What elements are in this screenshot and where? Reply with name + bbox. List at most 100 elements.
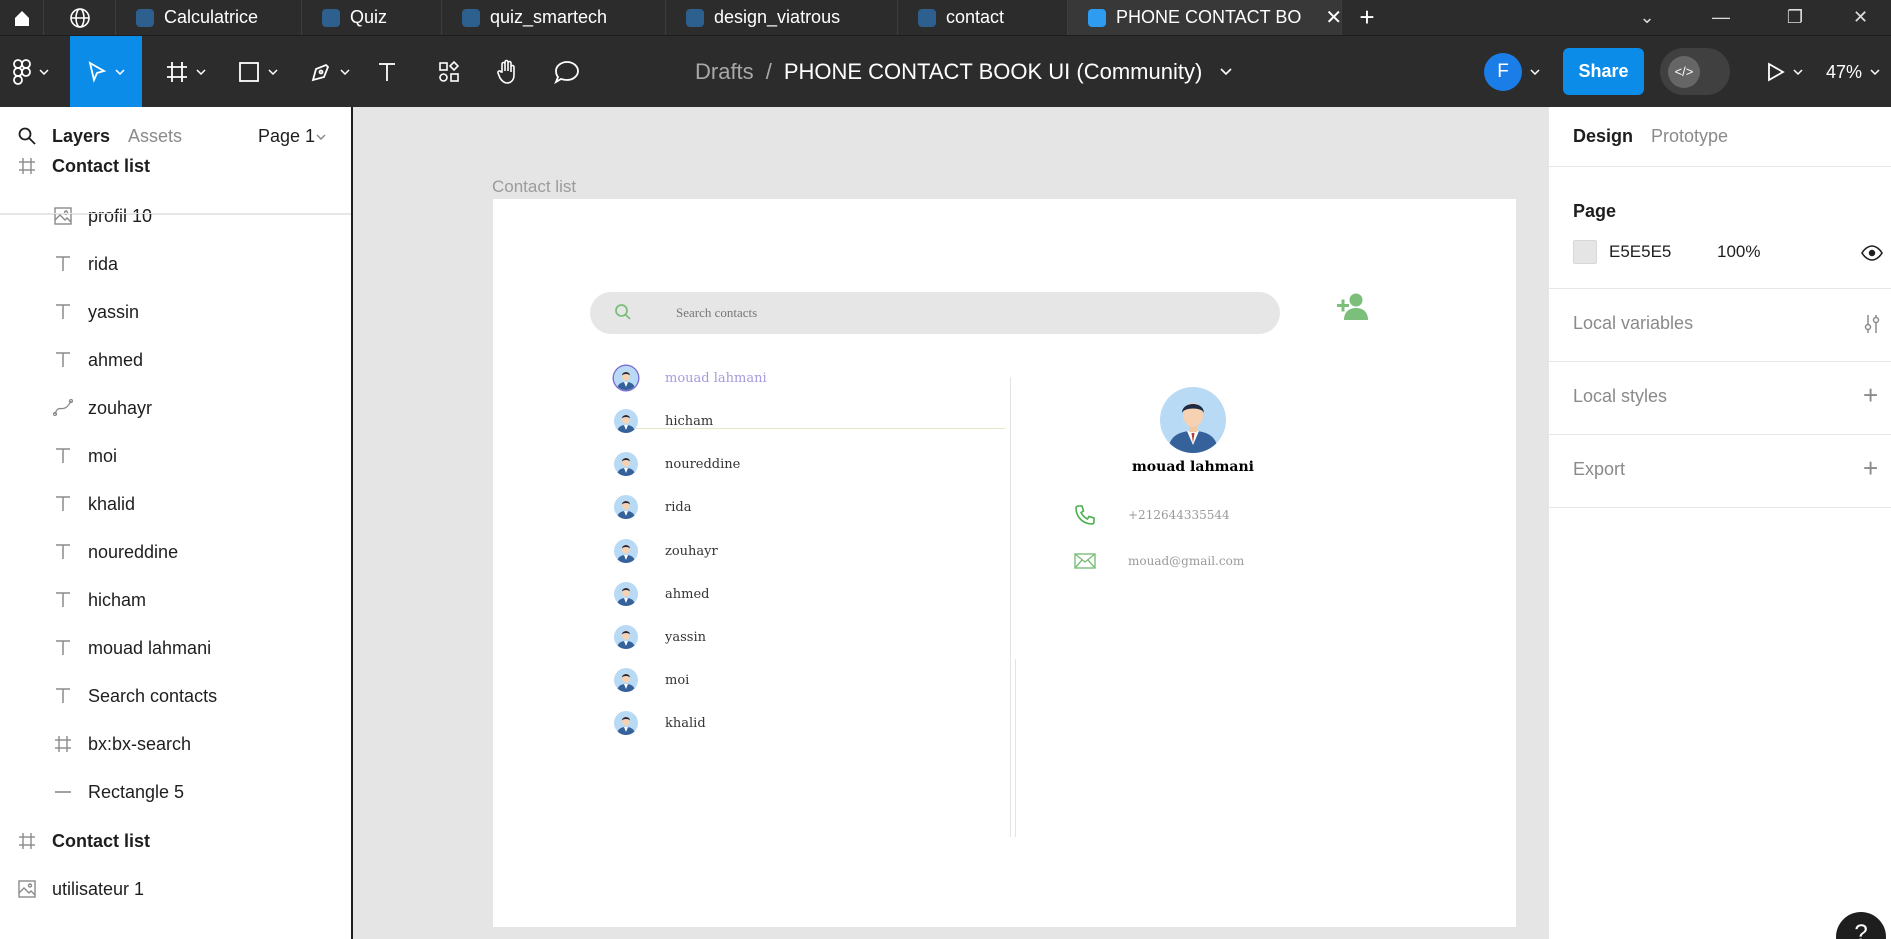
comment-tool-button[interactable]	[552, 36, 582, 108]
layer-item[interactable]: utilisateur 1	[0, 865, 351, 913]
chevron-down-icon[interactable]	[1525, 36, 1545, 108]
hand-tool-button[interactable]	[492, 36, 522, 108]
text-tool-button[interactable]	[372, 36, 402, 108]
breadcrumb-drafts-link[interactable]: Drafts	[695, 59, 754, 85]
contact-avatar	[614, 539, 638, 563]
move-tool-button[interactable]	[70, 36, 142, 108]
contact-item[interactable]: moi	[614, 668, 689, 692]
resources-button[interactable]	[434, 36, 464, 108]
layer-item[interactable]: rida	[0, 240, 351, 288]
pen-icon	[311, 63, 330, 82]
frame-tool-button[interactable]	[158, 36, 214, 108]
text-icon	[52, 493, 74, 515]
layer-label: mouad lahmani	[88, 637, 212, 658]
tab-quiz-smartech[interactable]: quiz_smartech	[442, 0, 666, 35]
canvas[interactable]: Contact list Search contacts mouad lahma…	[355, 107, 1548, 939]
tab-phone-contact-book[interactable]: PHONE CONTACT BO ✕	[1068, 0, 1342, 35]
layer-item[interactable]: Contact list	[0, 817, 351, 865]
tab-contact[interactable]: contact	[898, 0, 1068, 35]
layer-item[interactable]: bx:bx-search	[0, 720, 351, 768]
zoom-control[interactable]: 47%	[1826, 36, 1880, 108]
page-color-swatch[interactable]	[1573, 240, 1597, 264]
layer-item[interactable]: profil 10	[0, 192, 351, 240]
file-title[interactable]: PHONE CONTACT BOOK UI (Community)	[784, 59, 1202, 85]
page-opacity-value[interactable]: 100%	[1717, 242, 1760, 262]
text-tool-icon	[379, 63, 395, 81]
add-export-plus-icon[interactable]: +	[1863, 453, 1878, 484]
variables-icon[interactable]	[1862, 313, 1882, 335]
local-variables-section[interactable]: Local variables	[1549, 289, 1891, 362]
layer-label: Search contacts	[88, 685, 218, 706]
layer-label: bx:bx-search	[88, 733, 192, 754]
contact-item[interactable]: mouad lahmani	[614, 366, 767, 390]
page-color-value[interactable]: E5E5E5	[1609, 242, 1671, 262]
tab-quiz[interactable]: Quiz	[302, 0, 442, 35]
add-user-icon[interactable]	[1335, 292, 1371, 322]
home-icon[interactable]	[0, 0, 44, 35]
frame-icon	[16, 830, 38, 852]
main-menu-button[interactable]	[8, 36, 54, 108]
profile-avatar[interactable]	[1160, 387, 1226, 453]
pen-tool-button[interactable]	[302, 36, 358, 108]
dev-mode-toggle[interactable]: </>	[1660, 48, 1730, 95]
window-close-icon[interactable]: ✕	[1830, 0, 1891, 35]
profile-name[interactable]: mouad lahmani	[1093, 459, 1293, 475]
contact-avatar	[614, 625, 638, 649]
minimize-icon[interactable]: —	[1684, 0, 1758, 35]
layer-item[interactable]: Contact list	[0, 142, 351, 190]
email-icon	[1074, 553, 1096, 569]
frame-label[interactable]: Contact list	[492, 177, 576, 197]
phone-number: +212644335544	[1128, 508, 1230, 522]
contact-item[interactable]: ahmed	[614, 582, 709, 606]
present-button[interactable]	[1760, 36, 1810, 108]
add-style-plus-icon[interactable]: +	[1863, 380, 1878, 411]
layer-item[interactable]: Rectangle 5	[0, 768, 351, 816]
frame-tool-icon	[167, 62, 187, 82]
export-section[interactable]: Export +	[1549, 435, 1891, 508]
contact-item[interactable]: zouhayr	[614, 539, 718, 563]
restore-icon[interactable]: ❐	[1758, 0, 1832, 35]
tab-design[interactable]: Design	[1573, 126, 1633, 147]
contact-item[interactable]: noureddine	[614, 452, 740, 476]
contact-item[interactable]: hicham	[614, 409, 713, 433]
layer-item[interactable]: Search contacts	[0, 672, 351, 720]
hand-icon	[497, 59, 515, 84]
chevron-down-icon[interactable]	[316, 134, 326, 140]
tab-design-viatrous[interactable]: design_viatrous	[666, 0, 898, 35]
vector-icon	[52, 397, 74, 419]
contact-item[interactable]: rida	[614, 495, 691, 519]
eye-icon[interactable]	[1861, 245, 1883, 261]
contact-list-frame[interactable]: Search contacts mouad lahmani hicham noure…	[493, 199, 1516, 927]
layer-item[interactable]: noureddine	[0, 528, 351, 576]
chevron-down-icon[interactable]	[1220, 68, 1232, 76]
new-tab-plus-icon[interactable]: +	[1342, 0, 1392, 35]
toolbar: Drafts / PHONE CONTACT BOOK UI (Communit…	[0, 35, 1891, 108]
close-icon[interactable]: ✕	[1311, 5, 1341, 30]
tab-prototype[interactable]: Prototype	[1651, 126, 1728, 147]
zoom-level: 47%	[1826, 61, 1863, 82]
globe-icon[interactable]	[44, 0, 116, 35]
image-icon	[52, 205, 74, 227]
avatar[interactable]: F	[1484, 53, 1522, 91]
local-styles-section[interactable]: Local styles +	[1549, 362, 1891, 435]
contact-name: zouhayr	[665, 543, 718, 559]
export-label: Export	[1573, 459, 1626, 479]
layer-item[interactable]: yassin	[0, 288, 351, 336]
design-panel: Design Prototype Page E5E5E5 100% Local …	[1548, 107, 1891, 939]
share-button[interactable]: Share	[1563, 48, 1644, 95]
layer-item[interactable]: ahmed	[0, 336, 351, 384]
contact-avatar	[614, 668, 638, 692]
shape-tool-button[interactable]	[230, 36, 286, 108]
figma-logo-icon	[13, 59, 31, 85]
layer-item[interactable]: mouad lahmani	[0, 624, 351, 672]
layer-item[interactable]: zouhayr	[0, 384, 351, 432]
chevron-down-icon[interactable]: ⌄	[1610, 0, 1684, 35]
layer-item[interactable]: moi	[0, 432, 351, 480]
search-bar[interactable]: Search contacts	[590, 292, 1280, 334]
contact-item[interactable]: khalid	[614, 711, 706, 735]
contact-avatar	[614, 711, 638, 735]
contact-item[interactable]: yassin	[614, 625, 706, 649]
layer-item[interactable]: hicham	[0, 576, 351, 624]
tab-calculatrice[interactable]: Calculatrice	[116, 0, 302, 35]
layer-item[interactable]: khalid	[0, 480, 351, 528]
